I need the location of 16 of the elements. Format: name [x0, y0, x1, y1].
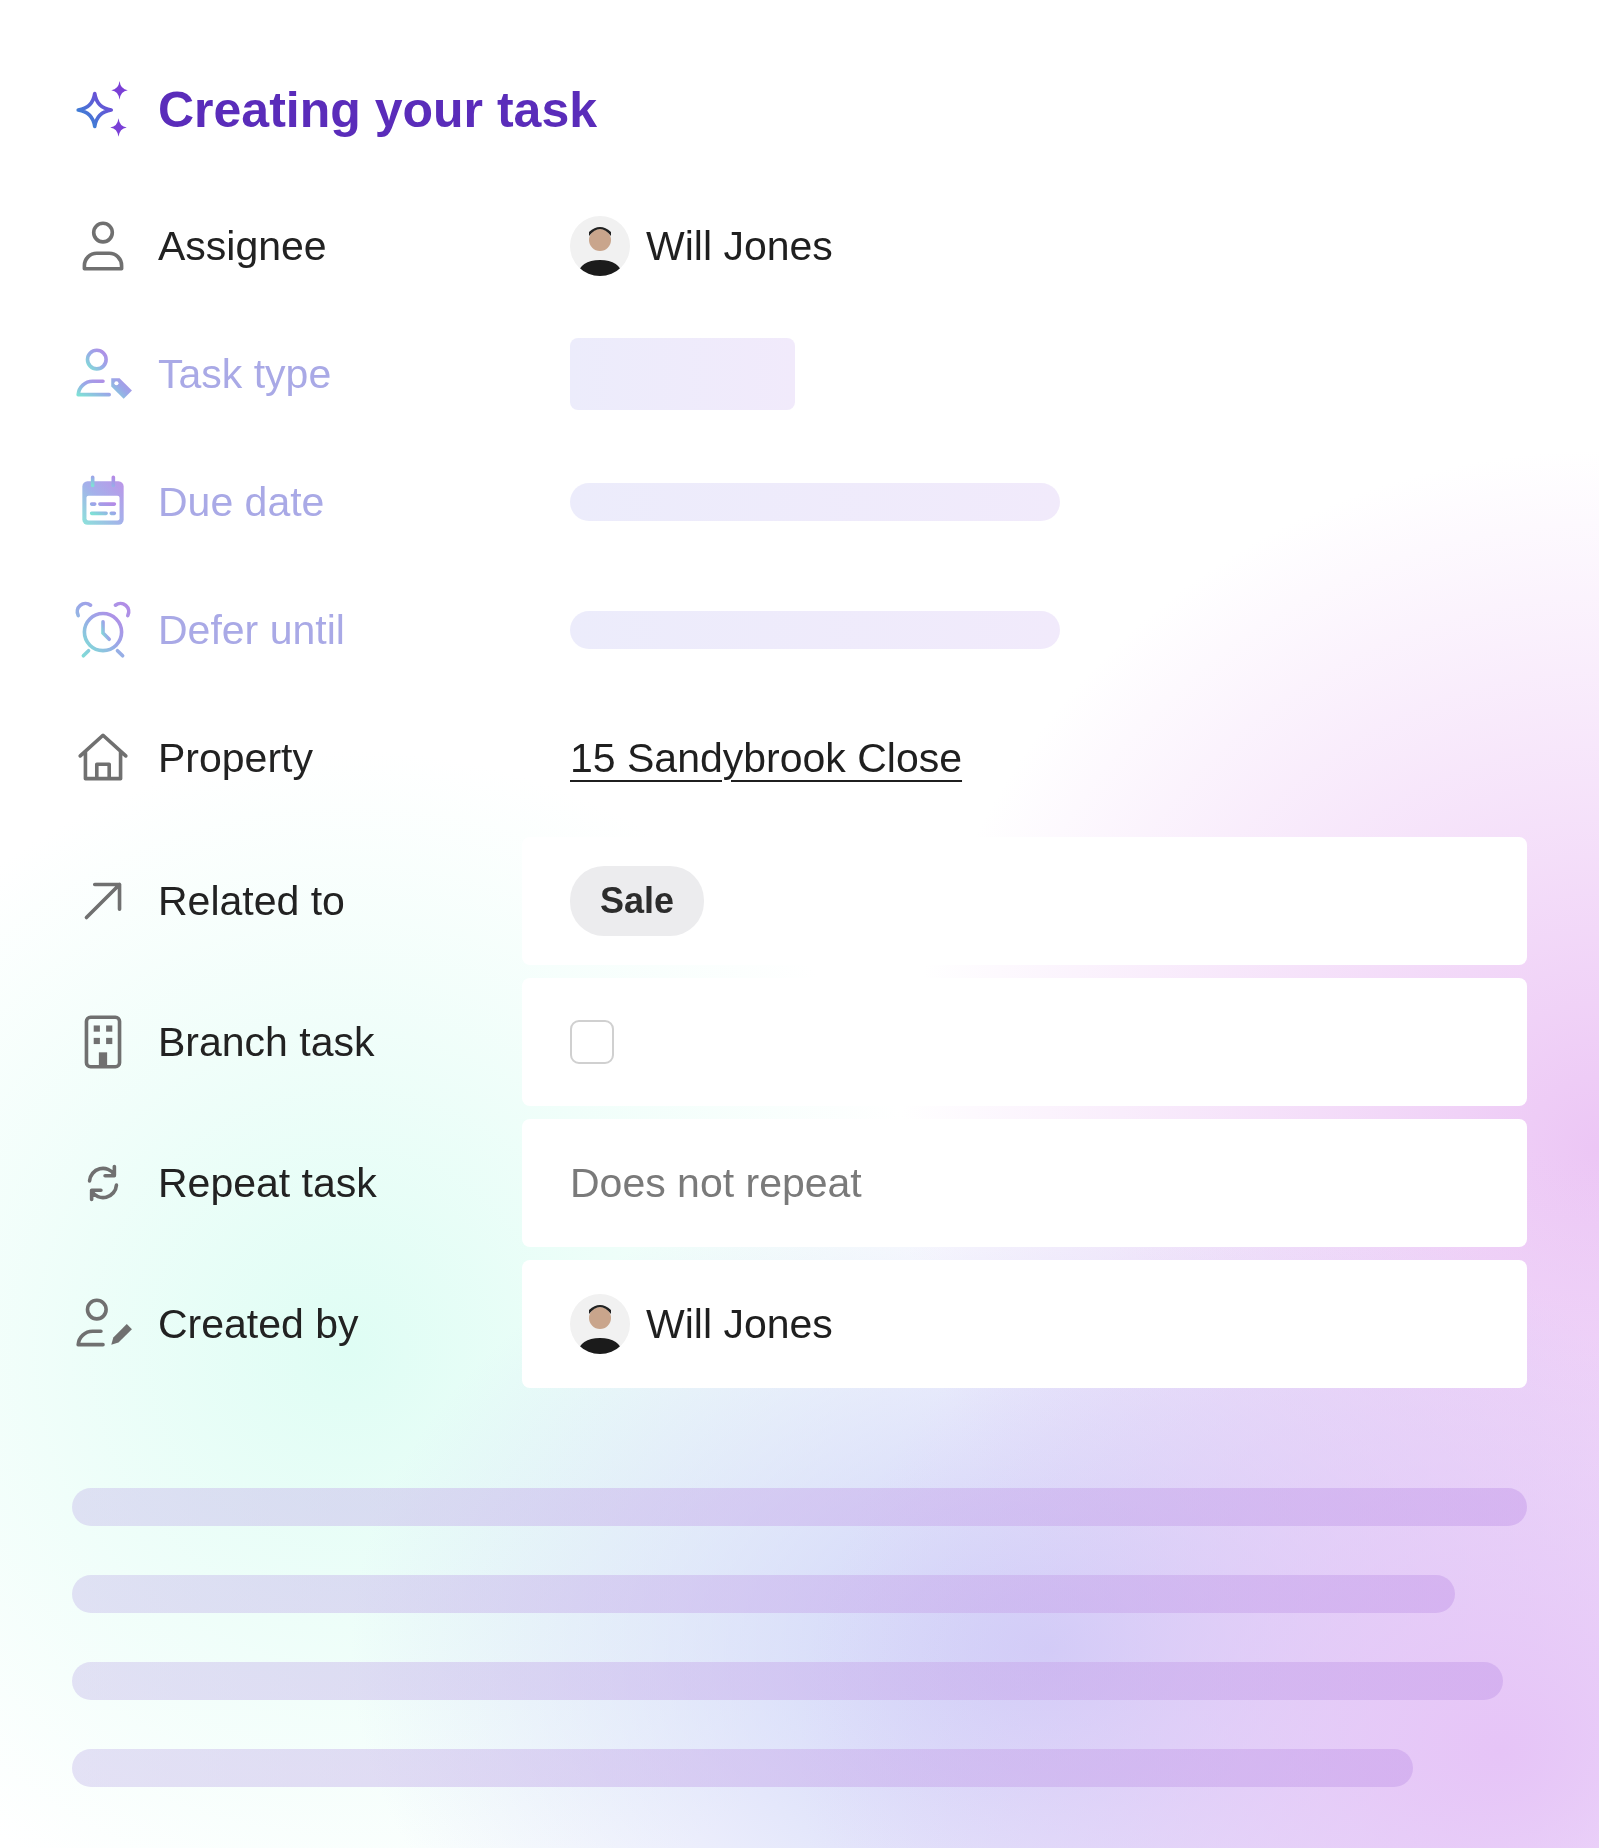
property-link[interactable]: 15 Sandybrook Close — [570, 734, 963, 782]
field-label: Property — [158, 734, 313, 782]
field-label: Assignee — [158, 222, 327, 270]
tag[interactable]: Sale — [570, 866, 705, 936]
page-title: Creating your task — [158, 81, 597, 139]
field-label: Due date — [158, 478, 325, 526]
field-label: Created by — [158, 1300, 359, 1348]
field-label: Branch task — [158, 1018, 375, 1066]
field-label: Related to — [158, 877, 345, 925]
checkbox[interactable] — [570, 1020, 614, 1064]
person-name: Will Jones — [646, 222, 833, 270]
field-label: Repeat task — [158, 1159, 377, 1207]
person-name: Will Jones — [646, 1300, 833, 1348]
repeat-field[interactable]: Does not repeat — [522, 1119, 1527, 1247]
field-label: Defer until — [158, 606, 345, 654]
field-label: Task type — [158, 350, 332, 398]
